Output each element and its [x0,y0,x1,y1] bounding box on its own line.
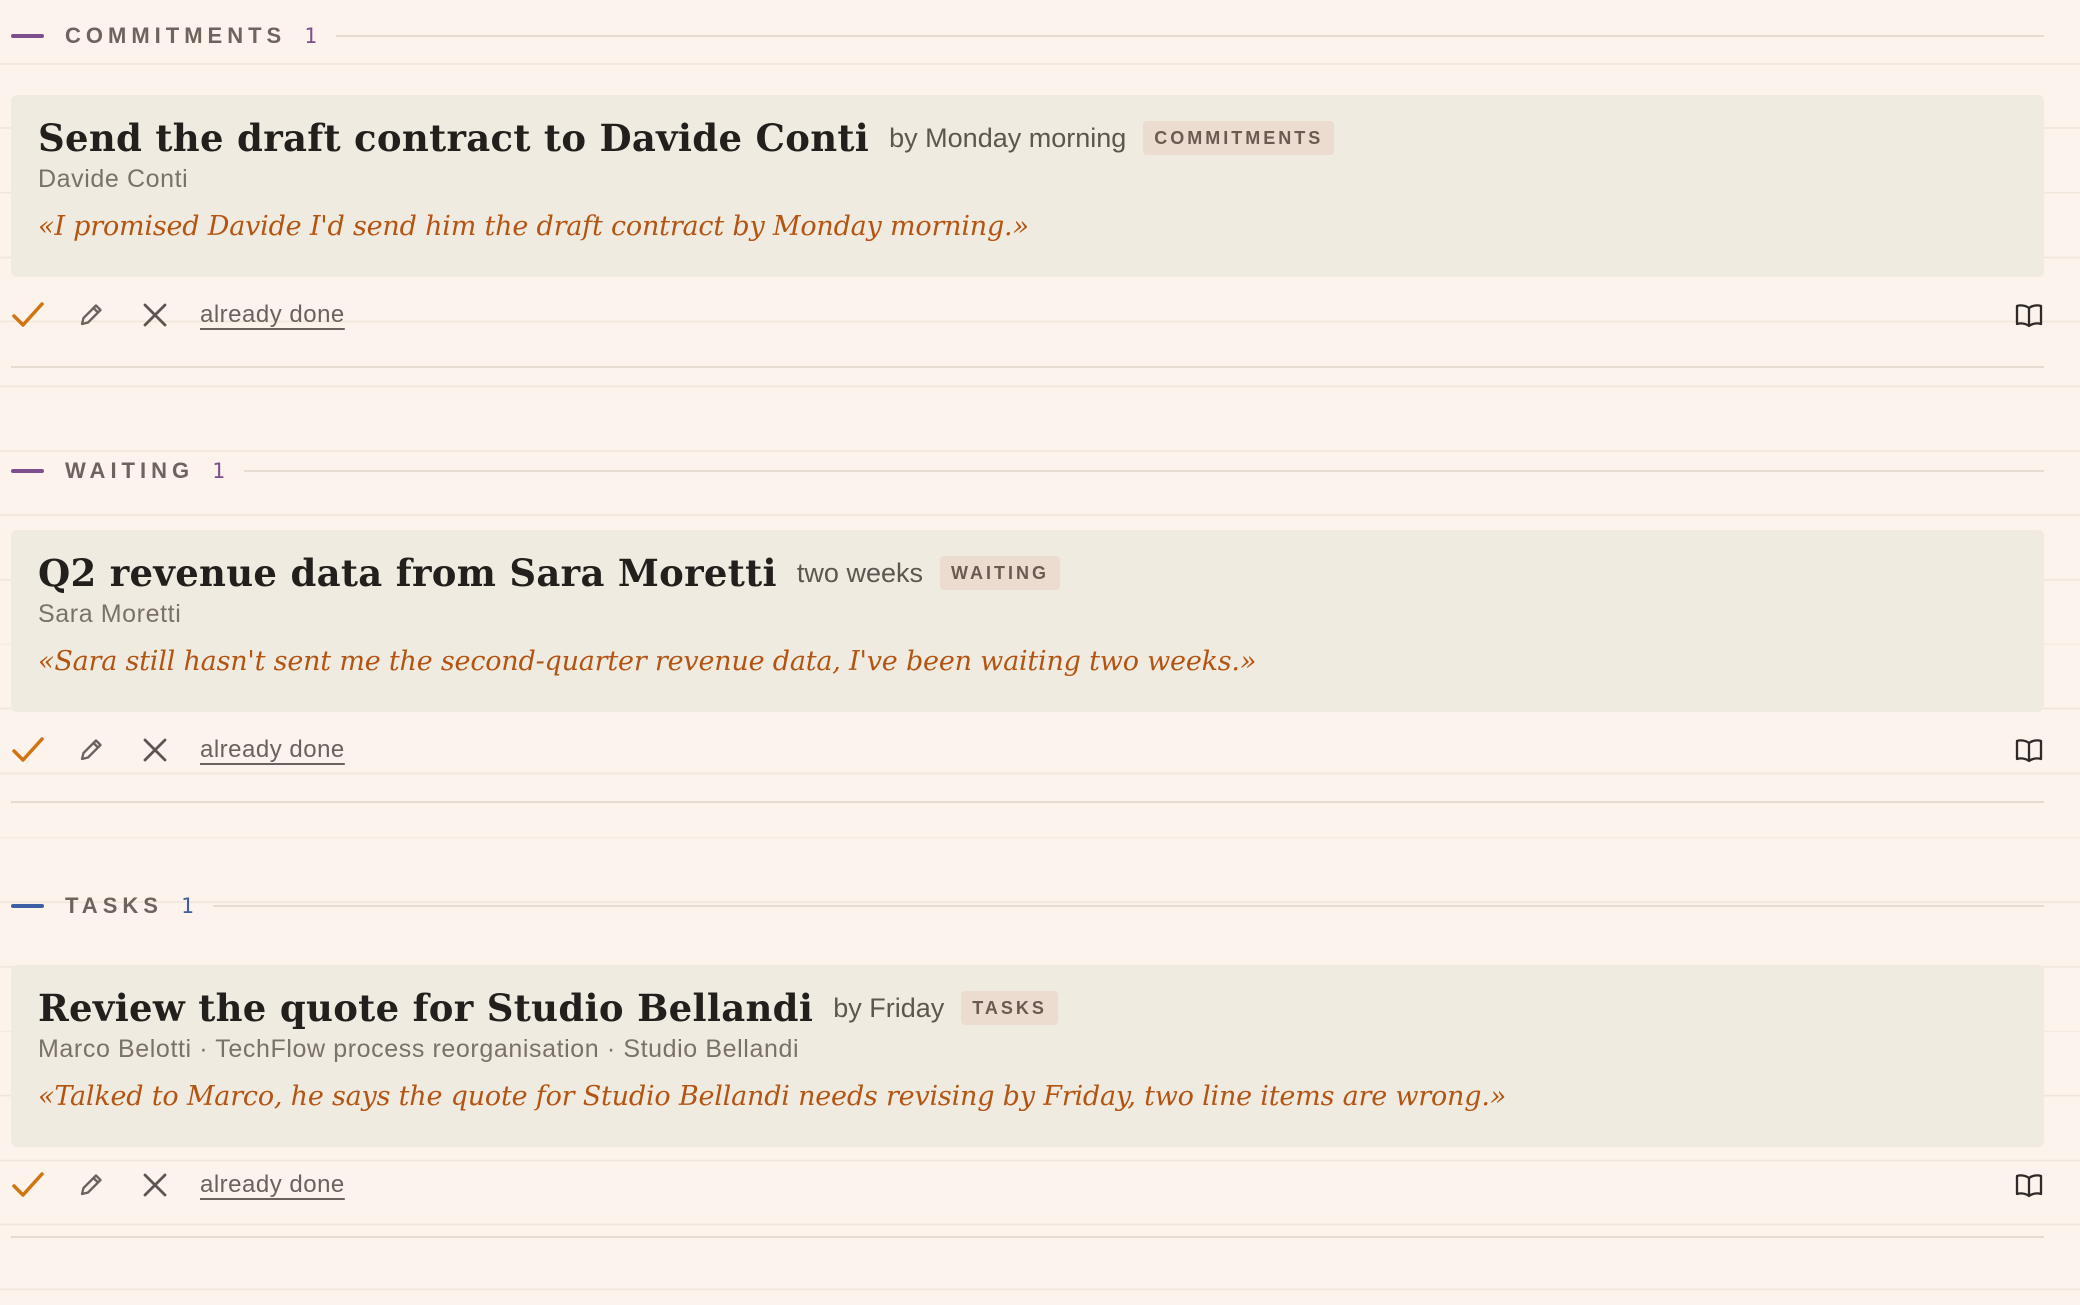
book-icon [2015,1174,2043,1198]
source-button[interactable] [2014,300,2044,330]
section-commitments: COMMITMENTS 1 Send the draft contract to… [11,0,2044,435]
item-separator [11,1236,2044,1238]
item-card[interactable]: Q2 revenue data from Sara Moretti two we… [11,530,2044,712]
close-icon [143,1173,167,1197]
item-people: Davide Conti [38,165,189,193]
item-title: Review the quote for Studio Bellandi [38,986,814,1030]
item-tag: WAITING [939,556,1060,590]
dismiss-button[interactable] [140,300,170,330]
item-people: Marco Belotti · TechFlow process reorgan… [38,1035,800,1063]
edit-button[interactable] [76,735,106,765]
section-header: TASKS 1 [11,892,2044,920]
close-icon [143,738,167,762]
section-count: 1 [304,24,318,48]
source-button[interactable] [2014,735,2044,765]
book-icon [2015,739,2043,763]
section-rule [212,905,2044,907]
confirm-button[interactable] [11,1168,45,1202]
section-title: TASKS [65,893,163,918]
item-title-row: Send the draft contract to Davide Conti … [38,113,1335,163]
item-quote: «Sara still hasn't sent me the second-qu… [38,646,1257,677]
item-separator [11,801,2044,803]
section-marker [11,34,44,38]
section-count: 1 [180,894,195,918]
section-title: COMMITMENTS [65,23,287,48]
item-card[interactable]: Send the draft contract to Davide Conti … [11,95,2044,277]
item-title-row: Q2 revenue data from Sara Moretti two we… [38,548,1060,598]
item-due: two weeks [796,557,923,588]
pencil-icon [80,739,102,761]
item-card[interactable]: Review the quote for Studio Bellandi by … [11,965,2044,1147]
already-done-link[interactable]: already done [200,1171,345,1199]
section-header: COMMITMENTS 1 [11,22,2044,50]
item-quote: «I promised Davide I'd send him the draf… [38,211,1029,242]
item-separator [11,366,2044,368]
section-header: WAITING 1 [11,457,2044,485]
item-quote: «Talked to Marco, he says the quote for … [38,1081,1507,1112]
dismiss-button[interactable] [140,735,170,765]
already-done-link[interactable]: already done [200,736,345,764]
item-title-row: Review the quote for Studio Bellandi by … [38,983,1058,1033]
dismiss-button[interactable] [140,1170,170,1200]
pencil-icon [80,1174,102,1196]
section-title: WAITING [65,458,195,483]
item-people: Sara Moretti [38,600,182,628]
source-button[interactable] [2014,1170,2044,1200]
close-icon [143,303,167,327]
already-done-link[interactable]: already done [200,301,345,329]
confirm-button[interactable] [11,298,45,332]
check-icon [12,1172,44,1197]
section-tasks: TASKS 1 Review the quote for Studio Bell… [11,870,2044,1305]
item-actions: already done [11,290,2044,340]
edit-button[interactable] [76,300,106,330]
confirm-button[interactable] [11,733,45,767]
item-actions: already done [11,725,2044,775]
check-icon [12,302,44,327]
item-title: Q2 revenue data from Sara Moretti [38,551,777,595]
item-tag: COMMITMENTS [1143,121,1335,155]
check-icon [12,737,44,762]
item-tag: TASKS [961,991,1058,1025]
pencil-icon [80,304,102,326]
book-icon [2015,304,2043,328]
item-due: by Friday [833,992,945,1023]
item-due: by Monday morning [889,122,1127,153]
item-actions: already done [11,1160,2044,1210]
section-marker [11,469,44,473]
item-title: Send the draft contract to Davide Conti [38,116,870,160]
section-count: 1 [212,459,226,483]
section-rule [335,35,2044,37]
inbox-list: COMMITMENTS 1 Send the draft contract to… [11,0,2044,1305]
edit-button[interactable] [76,1170,106,1200]
section-rule [243,470,2044,472]
section-marker [11,904,44,908]
section-waiting: WAITING 1 Q2 revenue data from Sara More… [11,435,2044,870]
